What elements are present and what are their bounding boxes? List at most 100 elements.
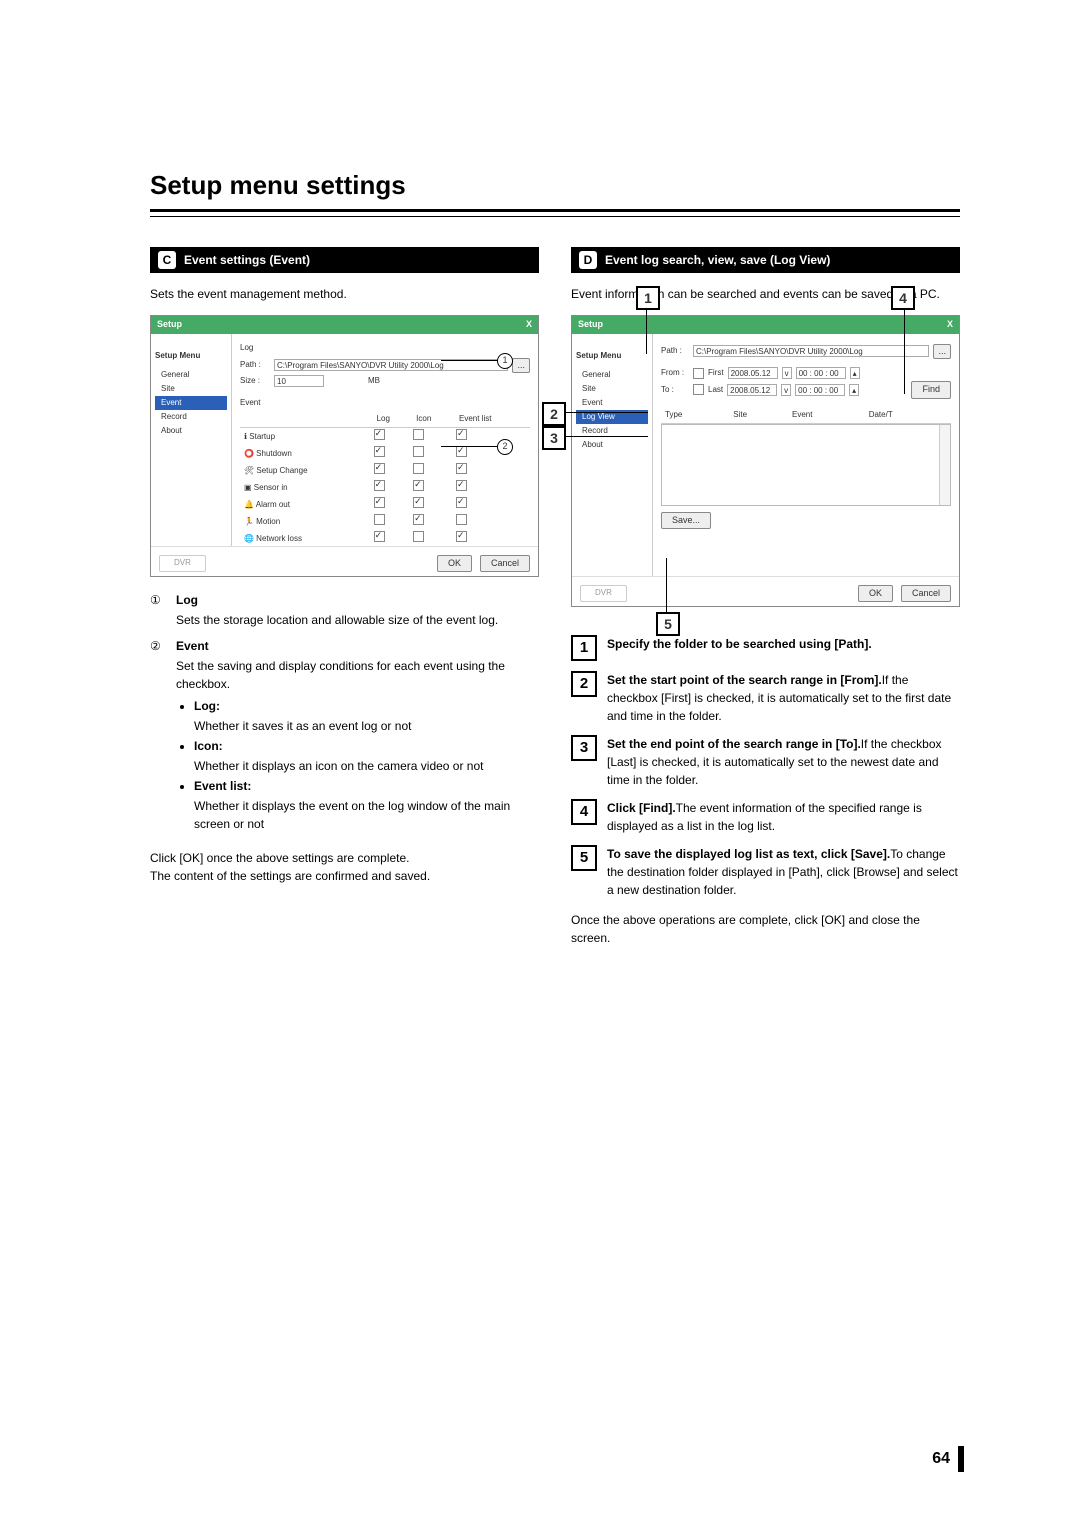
table-row: 🏃 Motion (240, 513, 530, 530)
tree-record[interactable]: Record (155, 410, 227, 424)
checkbox[interactable] (456, 514, 467, 525)
checkbox[interactable] (456, 531, 467, 542)
size-label: Size : (240, 375, 270, 387)
to-spin[interactable]: ▴ (849, 384, 859, 396)
tree-d-site[interactable]: Site (576, 382, 648, 396)
checkbox[interactable] (456, 446, 467, 457)
cancel-button-d[interactable]: Cancel (901, 585, 951, 603)
checkbox[interactable] (374, 514, 385, 525)
close-icon[interactable]: X (526, 318, 532, 332)
right-column: D Event log search, view, save (Log View… (571, 247, 960, 959)
checkbox[interactable] (413, 480, 424, 491)
to-label: To : (661, 384, 689, 396)
from-date[interactable]: 2008.05.12 (728, 367, 778, 379)
item-1-head: Log (176, 591, 539, 609)
checkbox[interactable] (374, 497, 385, 508)
close-icon-d[interactable]: X (947, 318, 953, 332)
tree-header: Setup Menu (155, 350, 227, 362)
checkbox[interactable] (374, 480, 385, 491)
step-number: 3 (571, 735, 597, 761)
col-eventlist: Event list (455, 411, 530, 428)
item-2-body: Set the saving and display conditions fo… (176, 659, 505, 691)
page-number: 64 (932, 1450, 950, 1468)
checkbox[interactable] (413, 446, 424, 457)
checkbox[interactable] (374, 463, 385, 474)
step-head: To save the displayed log list as text, … (607, 847, 890, 861)
tree-general[interactable]: General (155, 368, 227, 382)
log-list[interactable] (661, 424, 951, 506)
checkbox[interactable] (374, 531, 385, 542)
checkbox[interactable] (413, 429, 424, 440)
to-time[interactable]: 00 : 00 : 00 (795, 384, 845, 396)
checkbox[interactable] (456, 497, 467, 508)
checkbox[interactable] (456, 429, 467, 440)
find-button[interactable]: Find (911, 381, 951, 399)
checkbox[interactable] (456, 463, 467, 474)
d-path-input[interactable]: C:\Program Files\SANYO\DVR Utility 2000\… (693, 345, 929, 357)
path-input[interactable]: C:\Program Files\SANYO\DVR Utility 2000\… (274, 359, 508, 371)
page-title: Setup menu settings (150, 170, 960, 201)
table-row: 🔔 Alarm out (240, 496, 530, 513)
callout-sq-3: 3 (542, 426, 566, 450)
tree-event[interactable]: Event (155, 396, 227, 410)
from-time[interactable]: 00 : 00 : 00 (796, 367, 846, 379)
from-label: From : (661, 367, 689, 379)
event-table: LogIconEvent list ℹ Startup⭕ Shutdown🛠 S… (240, 411, 530, 547)
lc-type: Type (661, 407, 729, 424)
checkbox[interactable] (413, 514, 424, 525)
d-browse-button[interactable]: ... (933, 344, 951, 360)
log-group-label: Log (240, 342, 530, 354)
step-head: Specify the folder to be searched using … (607, 637, 872, 651)
closing-2: The content of the settings are confirme… (150, 867, 539, 885)
tree-d-event[interactable]: Event (576, 396, 648, 410)
to-date-dd[interactable]: v (781, 384, 791, 396)
setup-tree: Setup Menu General Site Event Record Abo… (151, 334, 232, 546)
checkbox[interactable] (374, 446, 385, 457)
dvr-button-d[interactable]: DVR (580, 585, 627, 603)
event-bullets: Log:Whether it saves it as an event log … (194, 697, 539, 833)
lead-1 (646, 308, 647, 354)
lead-3 (564, 436, 648, 437)
section-d-header: D Event log search, view, save (Log View… (571, 247, 960, 273)
checkbox[interactable] (413, 463, 424, 474)
size-input[interactable]: 10 (274, 375, 324, 387)
lc-site: Site (729, 407, 788, 424)
step-number: 4 (571, 799, 597, 825)
table-row: 🌐 Network loss (240, 530, 530, 547)
table-row: 🛠 Setup Change (240, 462, 530, 479)
table-row: ⭕ Shutdown (240, 445, 530, 462)
section-c-header: C Event settings (Event) (150, 247, 539, 273)
item-1-num: ① (150, 591, 168, 629)
tree-about[interactable]: About (155, 424, 227, 438)
save-button[interactable]: Save... (661, 512, 711, 530)
from-date-dd[interactable]: v (782, 367, 792, 379)
last-checkbox[interactable] (693, 384, 704, 395)
lead-4 (904, 308, 905, 394)
ok-button-d[interactable]: OK (858, 585, 893, 603)
browse-button[interactable]: ... (512, 358, 530, 374)
callout-sq-2: 2 (542, 402, 566, 426)
checkbox[interactable] (374, 429, 385, 440)
item-2-num: ② (150, 637, 168, 837)
dvr-button[interactable]: DVR (159, 555, 206, 573)
checkbox[interactable] (413, 531, 424, 542)
first-checkbox[interactable] (693, 368, 704, 379)
checkbox[interactable] (456, 480, 467, 491)
cancel-button[interactable]: Cancel (480, 555, 530, 573)
callout-sq-1: 1 (636, 286, 660, 310)
log-list-header: TypeSiteEventDate/T (661, 407, 951, 424)
ok-button[interactable]: OK (437, 555, 472, 573)
to-date[interactable]: 2008.05.12 (727, 384, 777, 396)
table-row: ℹ Startup (240, 428, 530, 446)
from-spin[interactable]: ▴ (850, 367, 860, 379)
tree-site[interactable]: Site (155, 382, 227, 396)
screenshot-event: SetupX Setup Menu General Site Event Rec… (150, 315, 539, 577)
scrollbar[interactable] (939, 425, 950, 505)
path-label: Path : (240, 359, 270, 371)
section-c-badge: C (158, 251, 176, 269)
tree-d-about[interactable]: About (576, 438, 648, 452)
checkbox[interactable] (413, 497, 424, 508)
table-row: ▣ Sensor in (240, 479, 530, 496)
tree-d-general[interactable]: General (576, 368, 648, 382)
list-item: Event list:Whether it displays the event… (194, 777, 539, 833)
